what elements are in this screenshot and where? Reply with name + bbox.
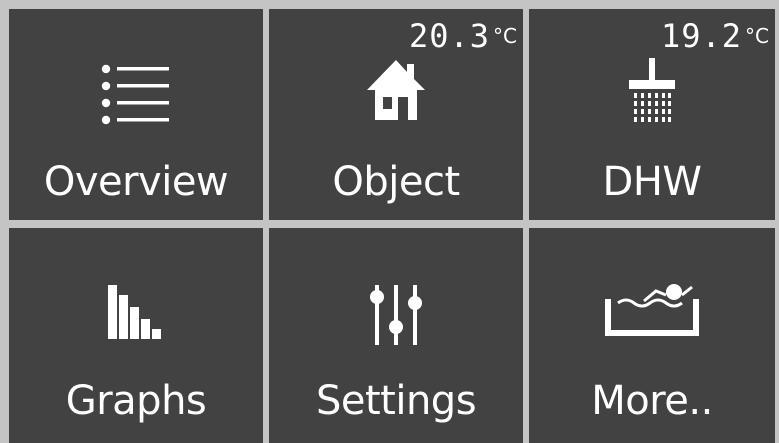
- sliders-icon: [370, 285, 422, 345]
- temperature-value: 19.2: [660, 17, 743, 55]
- tile-settings[interactable]: Settings: [269, 228, 523, 443]
- tile-label: Object: [332, 159, 460, 205]
- list-icon: [101, 64, 169, 125]
- tile-more[interactable]: More..: [529, 228, 775, 443]
- dhw-temperature: 19.2 °C: [661, 17, 769, 55]
- temperature-value: 20.3: [408, 17, 491, 55]
- pool-icon: [605, 284, 699, 336]
- tile-overview[interactable]: Overview: [9, 9, 263, 220]
- tile-graphs[interactable]: Graphs: [9, 228, 263, 443]
- tile-object[interactable]: 20.3 °C Object: [269, 9, 523, 220]
- tile-label: DHW: [602, 159, 702, 205]
- temperature-unit: °C: [493, 24, 517, 48]
- tile-label: Overview: [43, 159, 229, 205]
- object-temperature: 20.3 °C: [409, 17, 517, 55]
- menu-grid: Overview 20.3 °C Object 19.2 °C DHW Grap…: [0, 0, 779, 443]
- bar-chart-icon: [108, 285, 161, 339]
- tile-label: More..: [591, 378, 713, 424]
- tile-dhw[interactable]: 19.2 °C DHW: [529, 9, 775, 220]
- shower-icon: [629, 58, 675, 122]
- house-icon: [367, 60, 425, 120]
- tile-label: Settings: [315, 378, 477, 424]
- temperature-unit: °C: [745, 24, 769, 48]
- tile-label: Graphs: [65, 378, 207, 424]
